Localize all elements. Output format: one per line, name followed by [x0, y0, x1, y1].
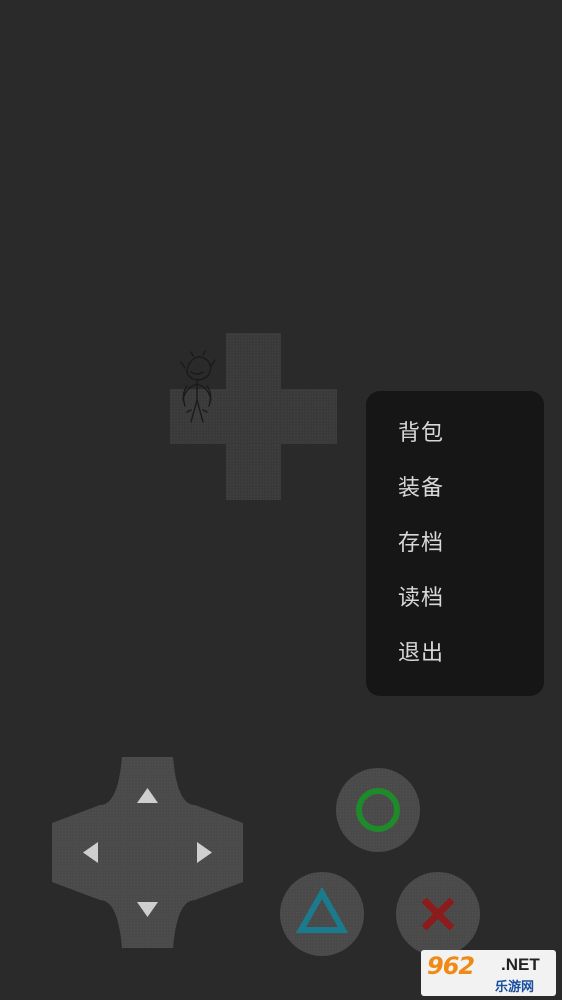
circle-icon	[356, 788, 400, 832]
map-tile-right	[281, 389, 337, 444]
menu-item-save[interactable]: 存档	[398, 524, 444, 564]
map-tile-top	[226, 333, 281, 389]
cross-button[interactable]	[396, 872, 480, 956]
cross-icon	[421, 897, 455, 931]
map-tile-center	[226, 389, 281, 444]
game-menu-popup: 背包 装备 存档 读档 退出	[366, 391, 544, 696]
map-tile-bottom	[226, 444, 281, 500]
player-character	[180, 350, 216, 423]
dpad[interactable]	[52, 757, 243, 948]
triangle-icon	[295, 886, 349, 933]
menu-item-exit[interactable]: 退出	[398, 634, 444, 674]
circle-button[interactable]	[336, 768, 420, 852]
watermark-brand: 962	[427, 952, 475, 980]
watermark-suffix: .NET	[501, 955, 540, 974]
watermark-cn: 乐游网	[495, 980, 535, 995]
menu-item-equipment[interactable]: 装备	[398, 469, 444, 509]
menu-item-load[interactable]: 读档	[398, 579, 444, 619]
site-watermark: 962 .NET 乐游网	[421, 950, 556, 996]
game-screen: 背包 装备 存档 读档 退出 962 .NET 乐游网	[0, 0, 562, 1000]
menu-item-backpack[interactable]: 背包	[398, 414, 444, 454]
triangle-button[interactable]	[280, 872, 364, 956]
dpad-base	[52, 757, 243, 948]
